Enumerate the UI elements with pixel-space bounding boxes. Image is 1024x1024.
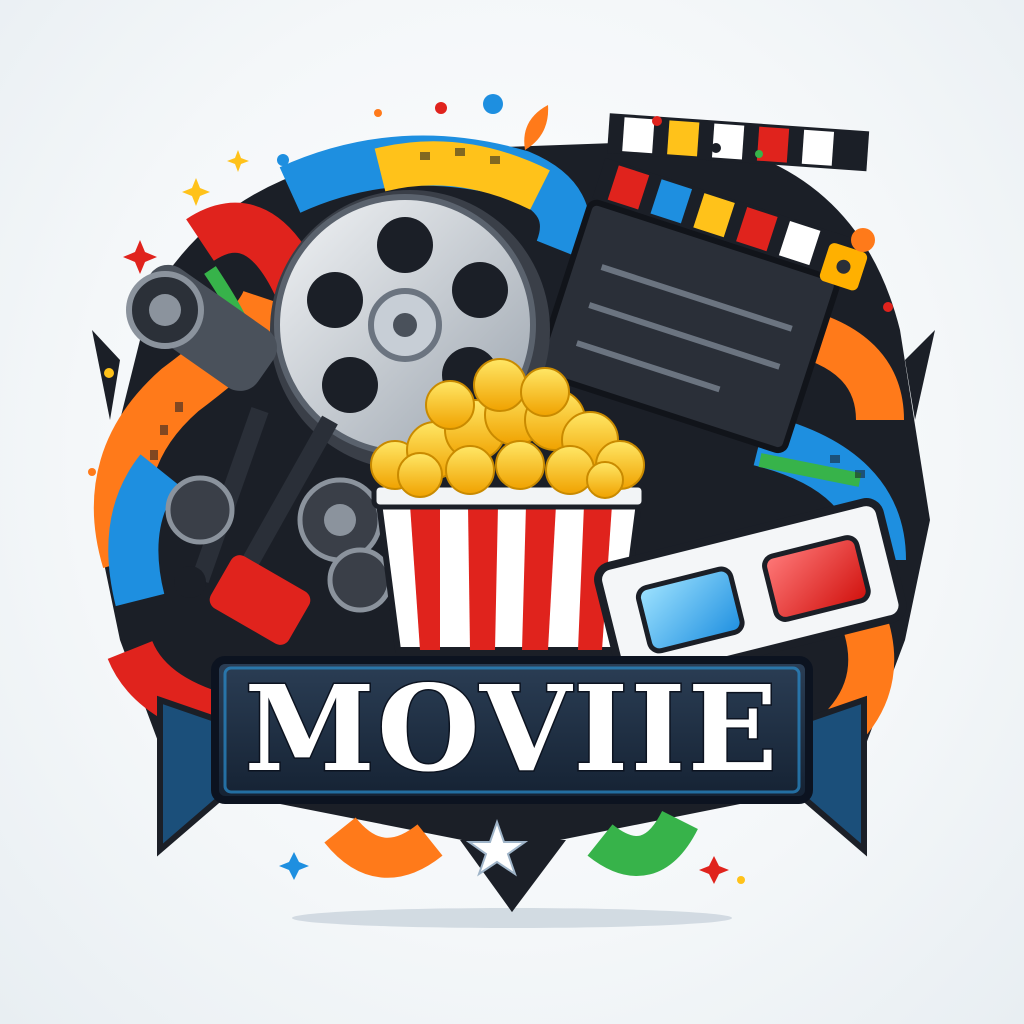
logo-title: MOVIIE xyxy=(244,659,779,798)
movie-logo: MOVIIE xyxy=(0,0,1024,1024)
logo-artwork: MOVIIE xyxy=(88,94,935,928)
